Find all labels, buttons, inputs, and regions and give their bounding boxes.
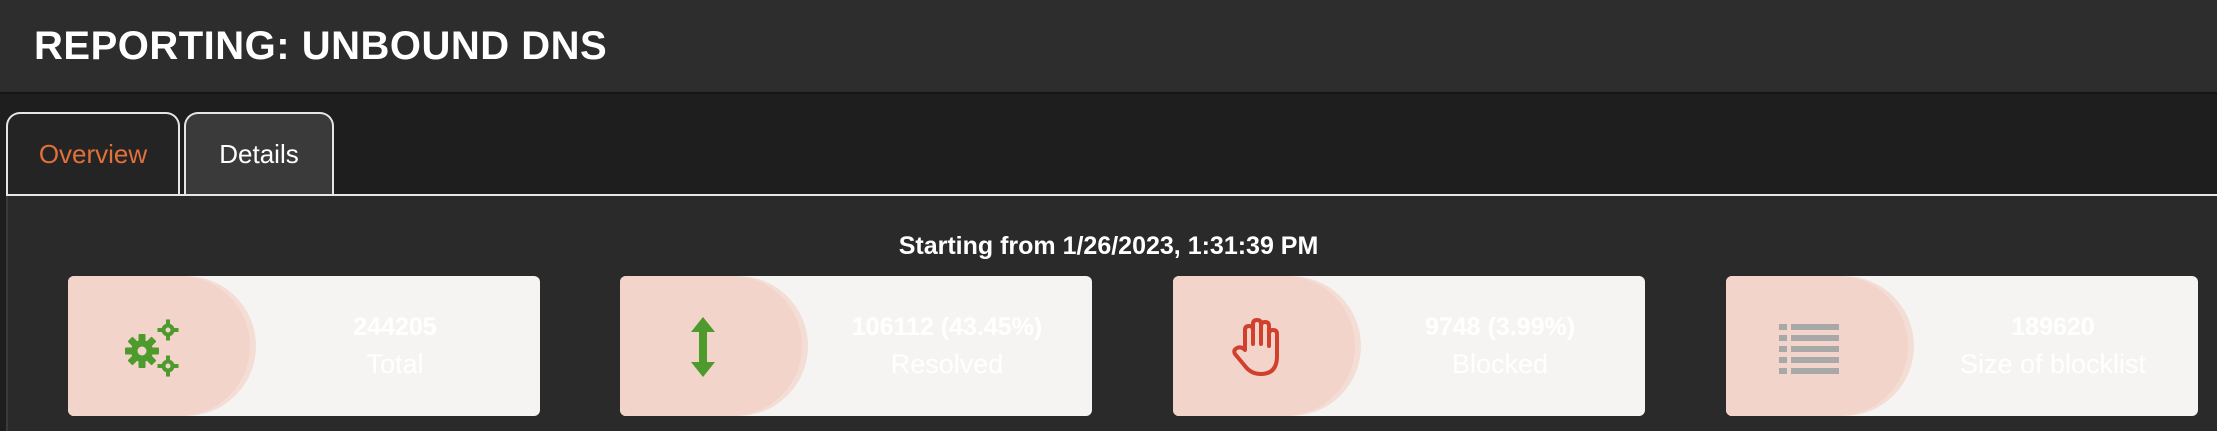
- stat-label: Total: [366, 349, 424, 379]
- page-header: REPORTING: UNBOUND DNS: [0, 0, 2217, 94]
- list-icon: [1779, 324, 1839, 374]
- report-start-time: Starting from 1/26/2023, 1:31:39 PM: [898, 232, 1319, 260]
- stat-card-total: 244205 Total: [68, 276, 540, 416]
- tab-overview[interactable]: Overview: [6, 112, 180, 194]
- stat-label: Size of blocklist: [1959, 349, 2147, 379]
- page-title: REPORTING: UNBOUND DNS: [34, 24, 608, 68]
- stat-value: 106112 (43.45%): [851, 313, 1043, 341]
- hand-stop-icon: [1232, 318, 1279, 376]
- stat-value: 189620: [2011, 313, 2095, 341]
- stat-label: Blocked: [1451, 349, 1549, 379]
- stat-value: 244205: [353, 313, 437, 341]
- stat-card-blocked: 9748 (3.99%) Blocked: [1173, 276, 1645, 416]
- stat-value: 9748 (3.99%): [1424, 313, 1576, 341]
- gears-icon: [125, 319, 179, 377]
- up-down-arrow-icon: [691, 317, 715, 377]
- stat-card-resolved: 106112 (43.45%) Resolved: [620, 276, 1092, 416]
- tab-details[interactable]: Details: [184, 112, 334, 194]
- stat-label: Resolved: [890, 349, 1004, 379]
- stat-card-blocklist-size: 189620 Size of blocklist: [1726, 276, 2198, 416]
